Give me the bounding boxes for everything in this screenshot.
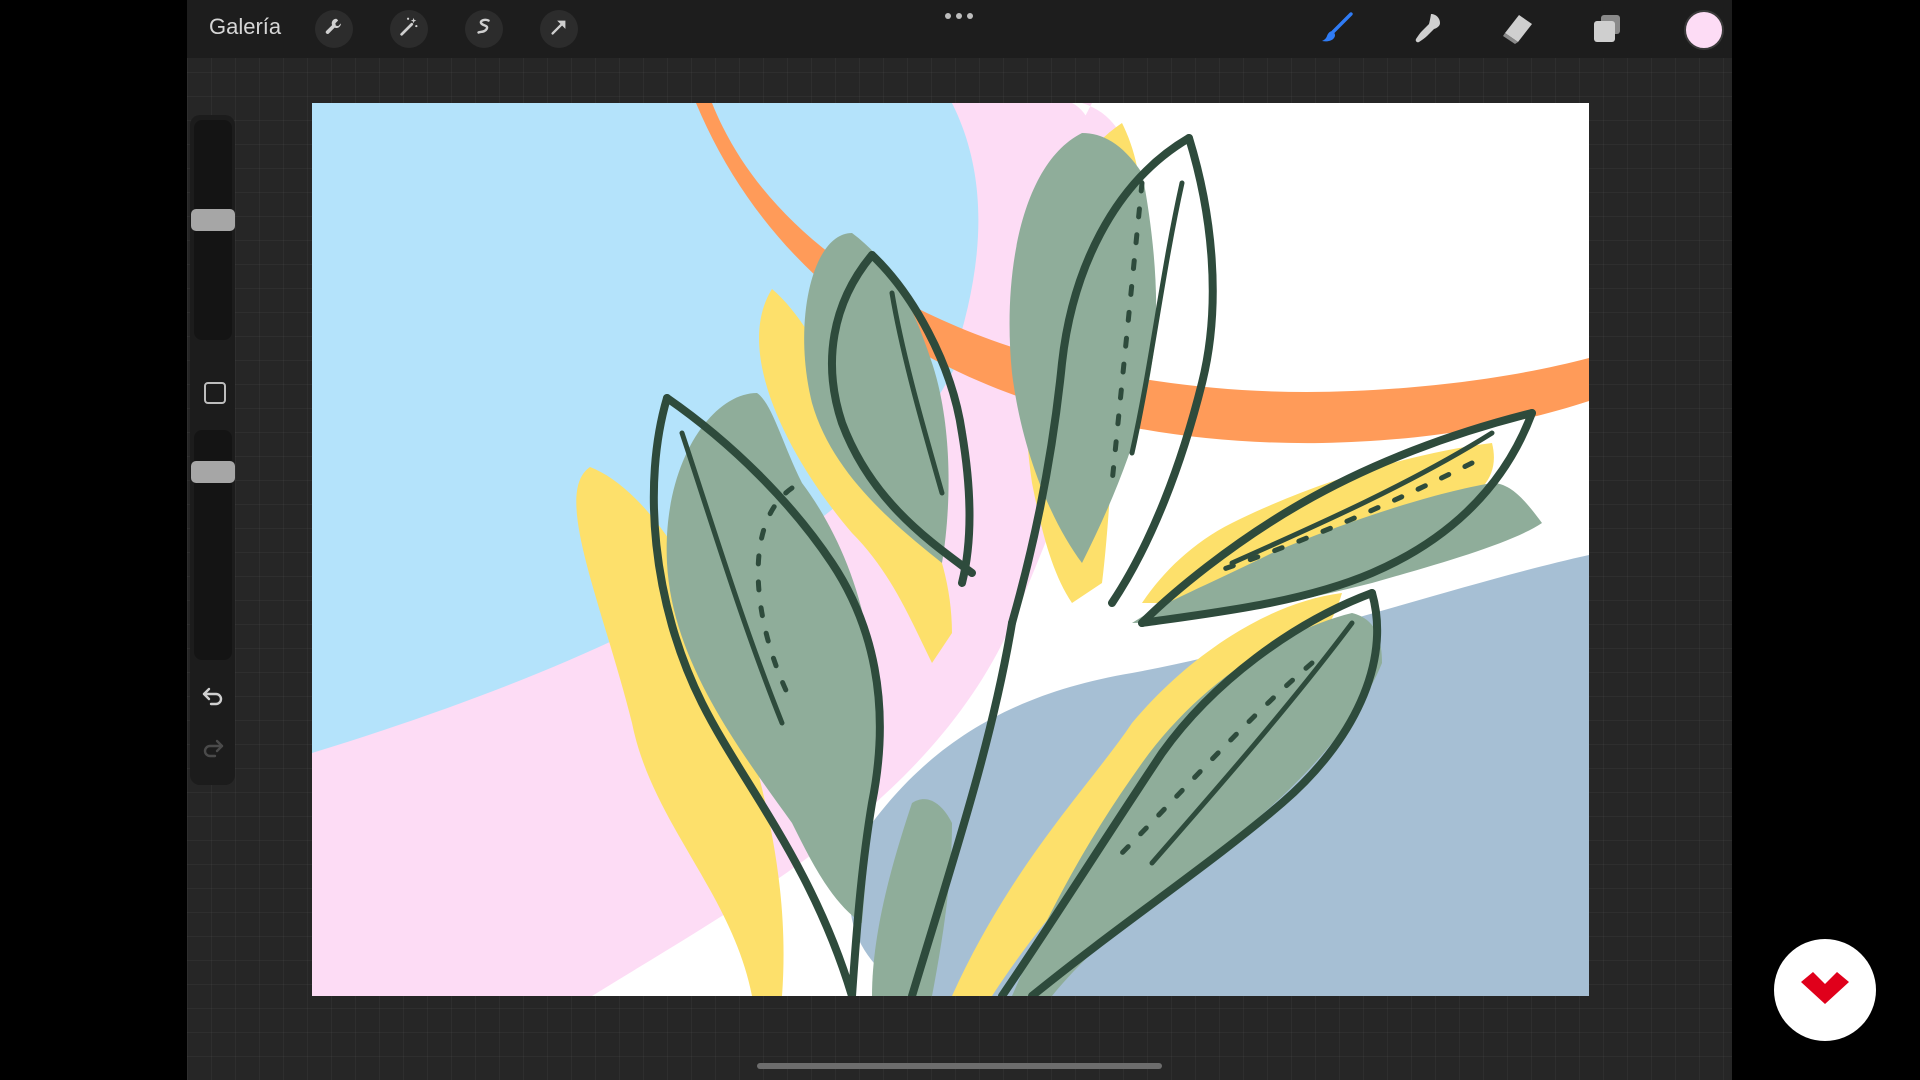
domestika-logo-icon (1797, 970, 1853, 1011)
smudge-tool-button[interactable] (1407, 10, 1447, 50)
transform-arrow-icon (548, 16, 570, 43)
opacity-thumb[interactable] (191, 461, 235, 484)
brush-icon (1319, 10, 1355, 51)
procreate-screen: Galería (187, 0, 1732, 1080)
redo-button[interactable] (199, 736, 227, 764)
more-options-button[interactable] (944, 6, 974, 26)
layers-icon (1589, 10, 1625, 51)
plant-artwork (312, 103, 1589, 996)
left-sidebar (190, 115, 235, 785)
square-modify-icon[interactable] (204, 382, 226, 404)
magic-wand-icon (398, 16, 420, 43)
watermark-badge (1774, 939, 1876, 1041)
home-indicator[interactable] (757, 1063, 1162, 1069)
selection-button[interactable] (465, 10, 503, 48)
color-picker-button[interactable] (1684, 10, 1724, 50)
smudge-icon (1409, 10, 1445, 51)
layers-button[interactable] (1587, 10, 1627, 50)
gallery-button[interactable]: Galería (209, 14, 281, 40)
selection-icon (473, 16, 495, 43)
wrench-icon (323, 16, 345, 43)
redo-icon (201, 736, 225, 765)
undo-button[interactable] (199, 684, 227, 712)
actions-button[interactable] (315, 10, 353, 48)
brush-size-thumb[interactable] (191, 209, 235, 232)
undo-icon (201, 684, 225, 713)
eraser-icon (1499, 10, 1535, 51)
adjustments-button[interactable] (390, 10, 428, 48)
eraser-tool-button[interactable] (1497, 10, 1537, 50)
brush-tool-button[interactable] (1317, 10, 1357, 50)
more-dots-icon (944, 7, 974, 25)
drawing-canvas[interactable] (312, 103, 1589, 996)
transform-button[interactable] (540, 10, 578, 48)
top-toolbar: Galería (187, 0, 1732, 58)
